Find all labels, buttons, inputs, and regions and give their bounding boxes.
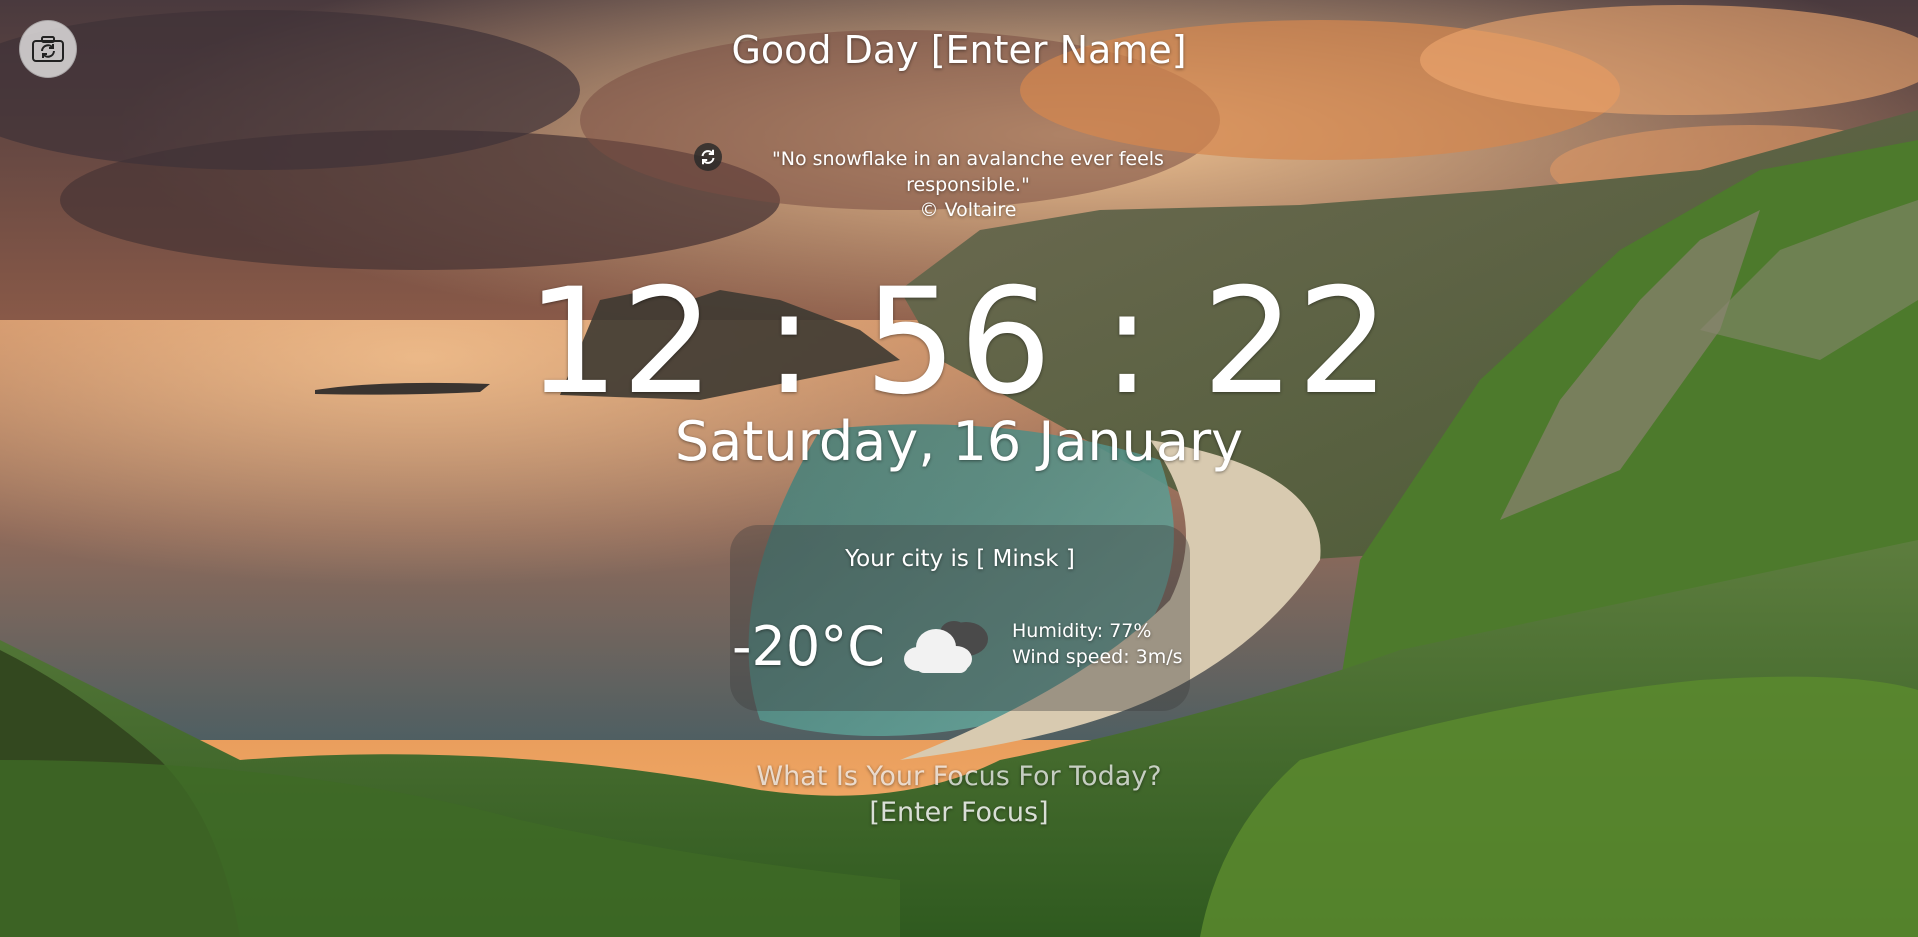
greeting-text: Good Day <box>731 28 919 72</box>
weather-wind-speed: Wind speed: 3m/s <box>1012 646 1183 668</box>
focus-question: What Is Your Focus For Today? <box>756 761 1162 792</box>
weather-humidity: Humidity: 77% <box>1012 620 1152 642</box>
quote-text: "No snowflake in an avalanche ever feels… <box>772 148 1164 196</box>
city-input[interactable]: [ Minsk ] <box>976 546 1075 572</box>
weather-city: Your city is [ Minsk ] <box>730 543 1190 575</box>
weather-temperature: -20°C <box>732 615 885 678</box>
refresh-quote-button[interactable] <box>694 143 722 171</box>
refresh-icon <box>701 149 715 165</box>
name-input[interactable]: [Enter Name] <box>931 28 1187 72</box>
weather-city-label: Your city is <box>845 546 969 572</box>
date-display: Saturday, 16 January <box>674 410 1244 473</box>
momentum-dashboard: Good Day [Enter Name] "No snowflake in a… <box>0 0 1918 937</box>
cloudy-icon <box>904 621 988 673</box>
focus-input[interactable]: [Enter Focus] <box>0 795 1918 831</box>
weather-widget: Your city is [ Minsk ] -20°C Humidity: 7… <box>730 525 1190 711</box>
quote-author: © Voltaire <box>919 199 1017 221</box>
clock-time: 12 : 56 : 22 <box>526 257 1392 427</box>
greeting: Good Day [Enter Name] <box>0 24 1918 76</box>
